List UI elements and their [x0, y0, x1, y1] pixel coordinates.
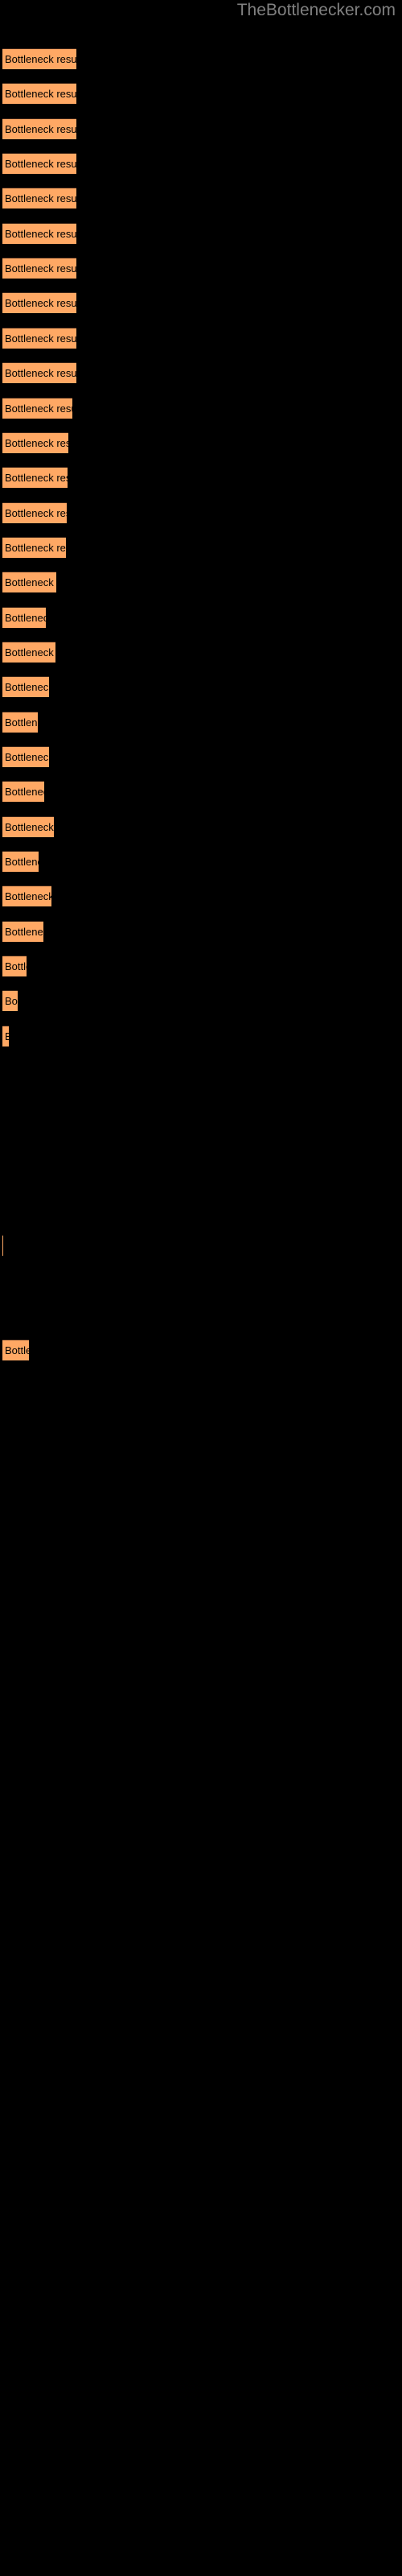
bar-row: Bottleneck result	[2, 536, 66, 558]
bottleneck-bar[interactable]: Bottleneck result	[2, 990, 18, 1012]
bar-row: Bottleneck result	[2, 362, 76, 384]
bar-row: Bottleneck result	[2, 990, 18, 1012]
bar-label: Bottleneck result	[5, 1344, 29, 1356]
bottleneck-bar[interactable]: Bottleneck result	[2, 920, 43, 942]
bar-label: Bottleneck result	[5, 227, 76, 240]
bottleneck-bar[interactable]: Bottleneck result	[2, 746, 49, 767]
bar-row: Bottleneck result	[2, 641, 55, 663]
bottleneck-bar[interactable]: Bottleneck result	[2, 118, 76, 139]
bar-row: Bottleneck result	[2, 815, 54, 837]
bottleneck-bar[interactable]: Bottleneck result	[2, 536, 66, 558]
bar-label: Bottleneck result	[5, 367, 76, 380]
bottleneck-bar[interactable]: Bottleneck result	[2, 153, 76, 175]
bar-label: Bottleneck result	[5, 960, 27, 973]
bar-label: Bottleneck result	[5, 402, 72, 415]
bottleneck-bar[interactable]: Bottleneck result	[2, 258, 76, 279]
bottleneck-bar[interactable]: Bottleneck result	[2, 502, 67, 523]
bar-row: Bottleneck result	[2, 920, 43, 942]
bar-row: Bottleneck result	[2, 1234, 3, 1256]
bottleneck-bar[interactable]: Bottleneck result	[2, 467, 68, 489]
bottleneck-bar[interactable]: Bottleneck result	[2, 222, 76, 244]
bottleneck-bar[interactable]: Bottleneck result	[2, 572, 56, 593]
bar-row: Bottleneck result	[2, 956, 27, 977]
bar-label: Bottleneck result	[5, 681, 49, 694]
bottleneck-bar[interactable]: Bottleneck result	[2, 292, 76, 314]
bar-row: Bottleneck result	[2, 711, 38, 733]
bar-label: Bottleneck result	[5, 890, 51, 903]
bar-label: Bottleneck result	[5, 122, 76, 135]
bar-label: Bottleneck result	[5, 506, 67, 519]
plot-area: Bottleneck result Bottleneck result Bottle…	[0, 0, 402, 2576]
bar-label: Bottleneck result	[5, 576, 56, 589]
bar-row: Bottleneck result	[2, 1025, 9, 1046]
bar-row: Bottleneck result	[2, 222, 76, 244]
bar-label: Bottleneck result	[5, 332, 76, 345]
bar-label: Bottleneck result	[5, 472, 68, 485]
bar-label: Bottleneck result	[5, 995, 18, 1008]
bar-label: Bottleneck result	[5, 820, 54, 833]
bottleneck-bar[interactable]: Bottleneck result	[2, 886, 51, 907]
bar-label: Bottleneck result	[5, 786, 44, 799]
bar-row: Bottleneck result	[2, 467, 68, 489]
bar-row: Bottleneck result	[2, 746, 49, 767]
bar-label: Bottleneck result	[5, 262, 76, 275]
bar-row: Bottleneck result	[2, 153, 76, 175]
bar-row: Bottleneck result	[2, 886, 51, 907]
bar-label: Bottleneck result	[5, 53, 76, 65]
bottleneck-bar[interactable]: Bottleneck result	[2, 362, 76, 384]
bar-label: Bottleneck result	[5, 192, 76, 205]
bar-row: Bottleneck result	[2, 431, 68, 453]
bottleneck-bar[interactable]: Bottleneck result	[2, 851, 39, 873]
bar-label: Bottleneck result	[5, 925, 43, 938]
bottleneck-bar[interactable]: Bottleneck result	[2, 711, 38, 733]
bar-label: Bottleneck result	[5, 297, 76, 310]
bottleneck-bar[interactable]: Bottleneck result	[2, 1234, 3, 1256]
bar-label: Bottleneck result	[5, 646, 55, 658]
bottleneck-bar[interactable]: Bottleneck result	[2, 431, 68, 453]
bottleneck-bar[interactable]: Bottleneck result	[2, 641, 55, 663]
bar-label: Bottleneck result	[5, 158, 76, 171]
bottleneck-bar[interactable]: Bottleneck result	[2, 397, 72, 419]
bar-row: Bottleneck result	[2, 851, 39, 873]
bar-label: Bottleneck result	[5, 88, 76, 101]
bottleneck-bar[interactable]: Bottleneck result	[2, 1339, 29, 1360]
bar-row: Bottleneck result	[2, 48, 76, 69]
bar-row: Bottleneck result	[2, 1339, 29, 1360]
bar-row: Bottleneck result	[2, 781, 44, 803]
bar-row: Bottleneck result	[2, 258, 76, 279]
bar-label: Bottleneck result	[5, 611, 46, 624]
bottleneck-bar[interactable]: Bottleneck result	[2, 1025, 9, 1046]
bar-row: Bottleneck result	[2, 83, 76, 105]
bar-label: Bottleneck result	[5, 436, 68, 449]
bottleneck-bar[interactable]: Bottleneck result	[2, 781, 44, 803]
bottleneck-bar[interactable]: Bottleneck result	[2, 48, 76, 69]
bar-row: Bottleneck result	[2, 188, 76, 209]
bar-row: Bottleneck result	[2, 118, 76, 139]
bottleneck-chart: TheBottlenecker.com Bottleneck result Bot…	[0, 0, 402, 2576]
bar-row: Bottleneck result	[2, 606, 46, 628]
bar-row: Bottleneck result	[2, 572, 56, 593]
bar-row: Bottleneck result	[2, 502, 67, 523]
bar-label: Bottleneck result	[5, 716, 38, 729]
bottleneck-bar[interactable]: Bottleneck result	[2, 606, 46, 628]
bottleneck-bar[interactable]: Bottleneck result	[2, 676, 49, 698]
bar-label: Bottleneck result	[5, 541, 66, 554]
bar-label: Bottleneck result	[5, 856, 39, 869]
bar-label: Bottleneck result	[5, 1026, 9, 1046]
bottleneck-bar[interactable]: Bottleneck result	[2, 327, 76, 349]
bar-row: Bottleneck result	[2, 676, 49, 698]
bar-row: Bottleneck result	[2, 397, 72, 419]
bottleneck-bar[interactable]: Bottleneck result	[2, 83, 76, 105]
bar-row: Bottleneck result	[2, 292, 76, 314]
bottleneck-bar[interactable]: Bottleneck result	[2, 815, 54, 837]
bottleneck-bar[interactable]: Bottleneck result	[2, 956, 27, 977]
bar-row: Bottleneck result	[2, 327, 76, 349]
bottleneck-bar[interactable]: Bottleneck result	[2, 188, 76, 209]
bar-label: Bottleneck result	[5, 751, 49, 763]
